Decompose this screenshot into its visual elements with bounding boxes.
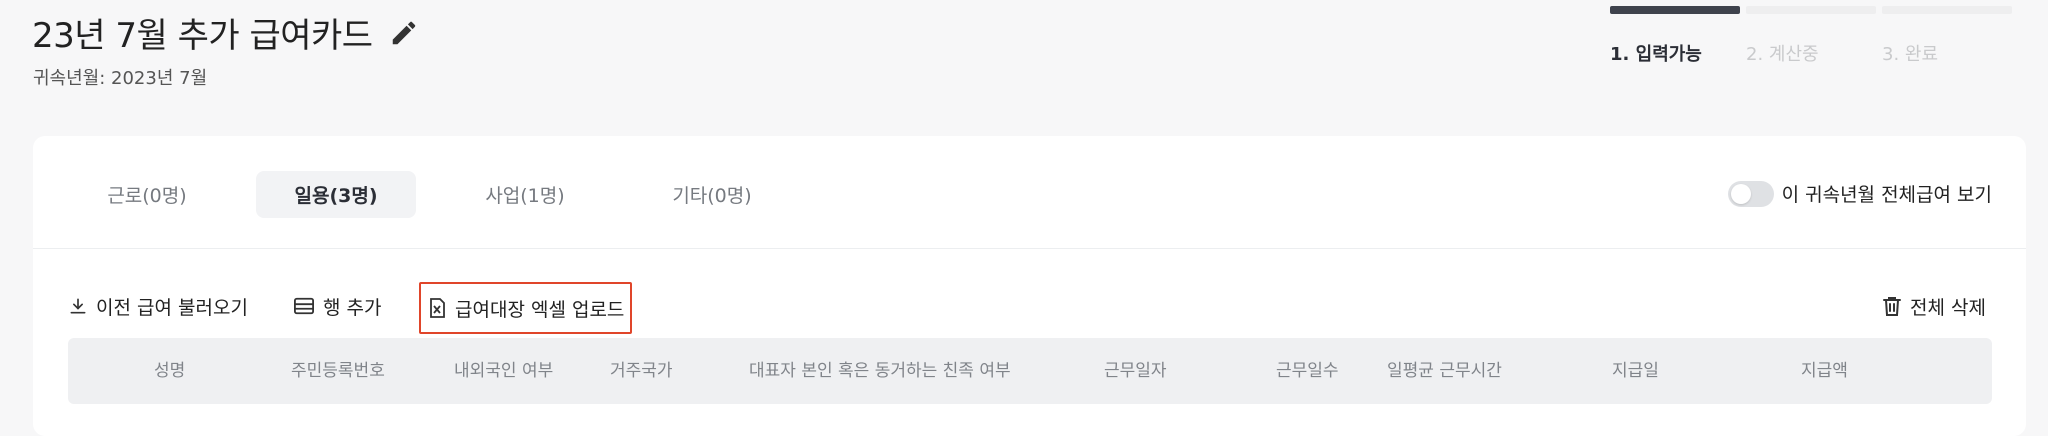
trash-icon [1883, 297, 1901, 316]
tab-other[interactable]: 기타(0명) [632, 171, 792, 218]
progress-steps: 1. 입력가능 2. 계산중 3. 완료 [1610, 6, 2022, 66]
show-all-toggle-group: 이 귀속년월 전체급여 보기 [1727, 180, 1992, 207]
show-all-toggle-label: 이 귀속년월 전체급여 보기 [1781, 184, 1992, 206]
column-header[interactable]: 일평균 근무시간 [1387, 338, 1502, 404]
tab-regular[interactable]: 근로(0명) [67, 171, 227, 218]
tab-daily[interactable]: 일용(3명) [256, 171, 416, 218]
payroll-card: 근로(0명) 일용(3명) 사업(1명) 기타(0명) 이 귀속년월 전체급여 … [33, 136, 2026, 436]
step-label-3: 3. 완료 [1882, 44, 1939, 65]
step-bar-1 [1610, 6, 1740, 14]
show-all-toggle[interactable] [1727, 180, 1774, 207]
column-header[interactable]: 지급액 [1801, 338, 1848, 404]
excel-file-icon [430, 298, 445, 318]
column-header[interactable]: 근무일자 [1104, 338, 1167, 404]
column-header[interactable]: 성명 [154, 338, 185, 404]
download-icon [70, 298, 86, 314]
delete-all-label: 전체 삭제 [1910, 296, 1986, 319]
step-bar-3 [1882, 6, 2012, 14]
import-previous-label: 이전 급여 불러오기 [96, 296, 248, 319]
attribution-period: 귀속년월: 2023년 7월 [33, 68, 208, 89]
excel-upload-label: 급여대장 엑셀 업로드 [455, 298, 625, 321]
pencil-icon[interactable] [389, 18, 419, 48]
column-header[interactable]: 근무일수 [1276, 338, 1339, 404]
add-row-button[interactable]: 행 추가 [293, 286, 381, 326]
worker-type-tabs: 근로(0명) 일용(3명) 사업(1명) 기타(0명) 이 귀속년월 전체급여 … [33, 136, 2026, 249]
excel-upload-button[interactable]: 급여대장 엑셀 업로드 [419, 282, 633, 334]
table-rows-icon [294, 297, 314, 315]
column-header[interactable]: 주민등록번호 [291, 338, 385, 404]
add-row-label: 행 추가 [323, 296, 382, 319]
step-bar-2 [1746, 6, 1876, 14]
column-header[interactable]: 거주국가 [610, 338, 673, 404]
step-label-2: 2. 계산중 [1746, 44, 1819, 65]
tab-business[interactable]: 사업(1명) [445, 171, 605, 218]
page-title: 23년 7월 추가 급여카드 [32, 8, 419, 57]
step-label-1: 1. 입력가능 [1610, 44, 1702, 65]
column-header[interactable]: 내외국인 여부 [454, 338, 553, 404]
table-header: 성명 주민등록번호 내외국인 여부 거주국가 대표자 본인 혹은 동거하는 친족… [68, 338, 1992, 404]
column-header[interactable]: 지급일 [1612, 338, 1659, 404]
import-previous-button[interactable]: 이전 급여 불러오기 [68, 286, 248, 326]
column-header[interactable]: 대표자 본인 혹은 동거하는 친족 여부 [749, 338, 1011, 404]
page-title-text: 23년 7월 추가 급여카드 [32, 16, 373, 56]
delete-all-button[interactable]: 전체 삭제 [1882, 286, 1986, 326]
toggle-knob [1730, 183, 1751, 204]
